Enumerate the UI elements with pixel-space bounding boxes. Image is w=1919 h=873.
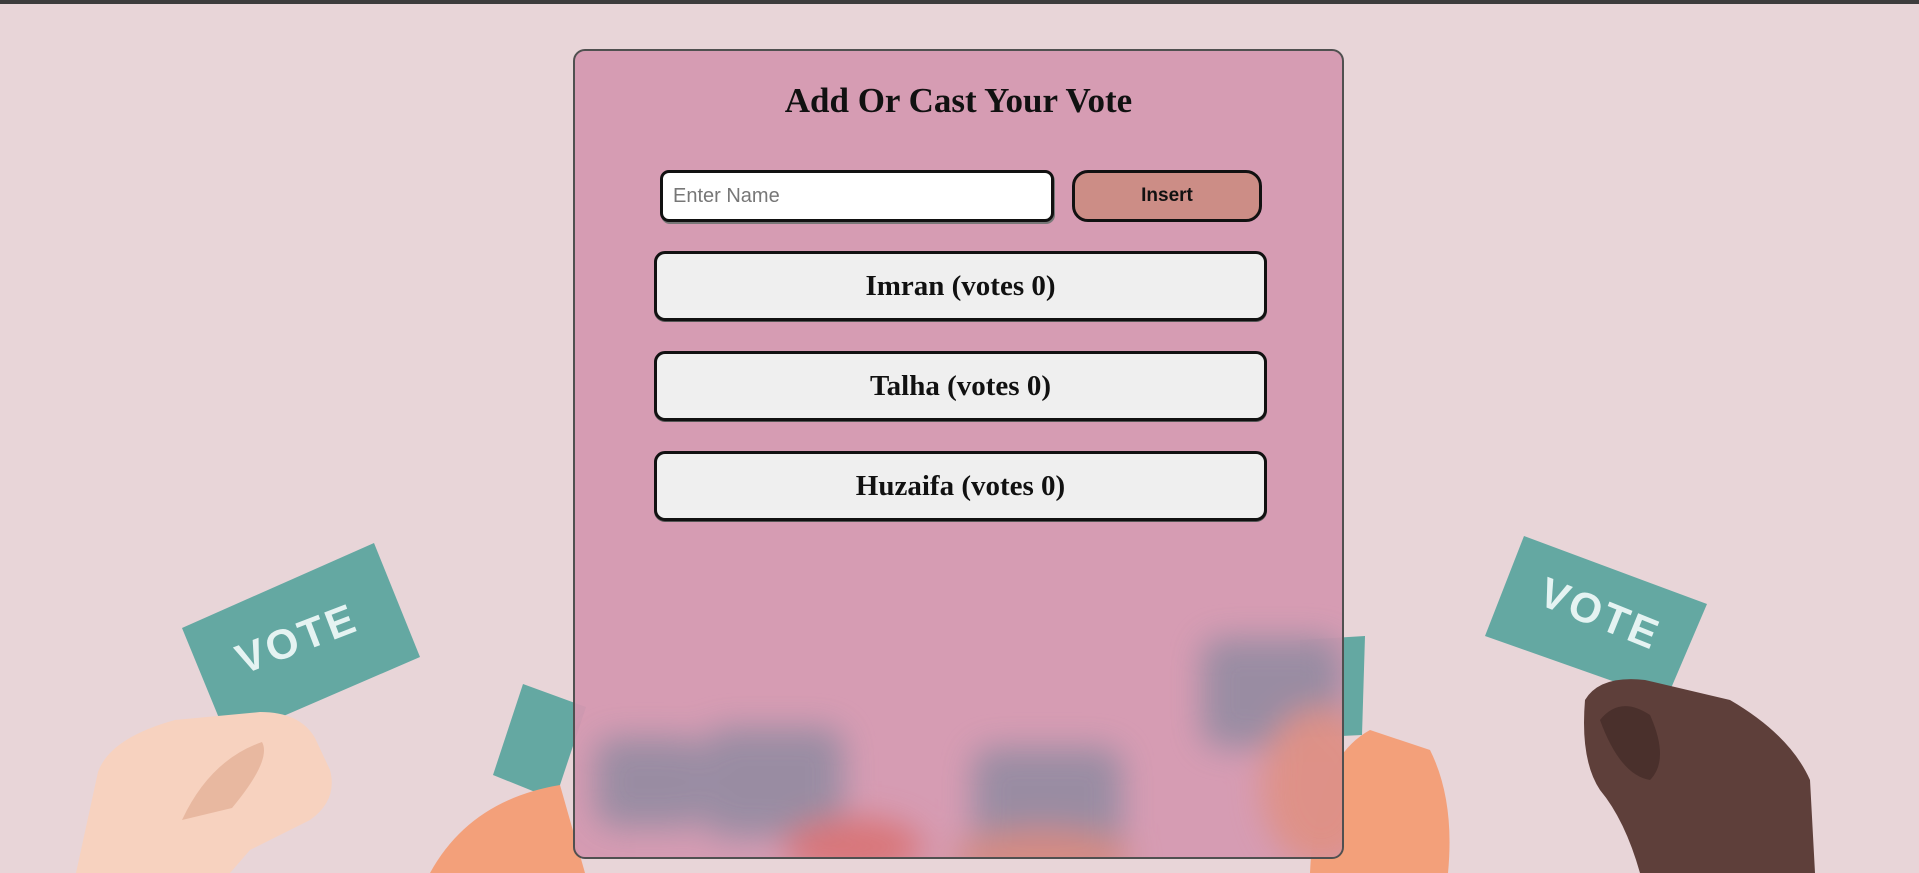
candidate-button-talha[interactable]: Talha (votes 0) [654, 351, 1267, 421]
candidate-button-huzaifa[interactable]: Huzaifa (votes 0) [654, 451, 1267, 521]
name-input[interactable] [660, 170, 1054, 222]
insert-button[interactable]: Insert [1072, 170, 1262, 222]
page-title: Add Or Cast Your Vote [784, 81, 1133, 120]
candidate-list: Imran (votes 0) Talha (votes 0) Huzaifa … [654, 251, 1267, 551]
left-vote-card: VOTE [182, 543, 420, 740]
candidate-button-imran[interactable]: Imran (votes 0) [654, 251, 1267, 321]
vote-panel: Add Or Cast Your Vote Insert Imran (vote… [573, 49, 1344, 859]
small-hand [430, 785, 585, 873]
right-vote-card: VOTE [1485, 536, 1707, 700]
